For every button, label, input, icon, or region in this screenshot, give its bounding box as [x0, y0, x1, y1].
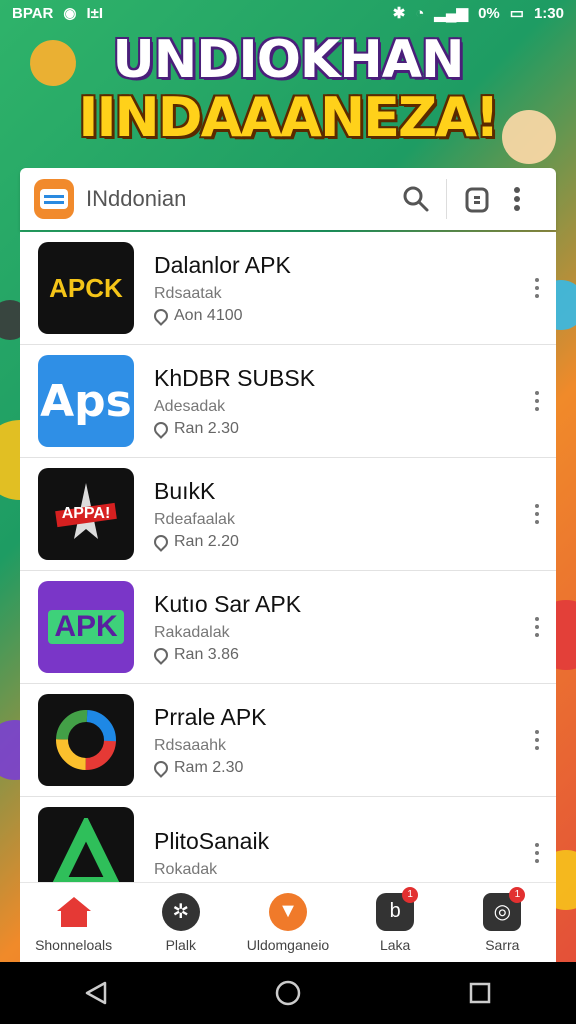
wifi-icon: ◔	[415, 4, 425, 22]
divider	[446, 179, 447, 219]
home-circle-icon[interactable]	[268, 973, 308, 1013]
list-item[interactable]: Prrale APK Rdsaaahk Ram 2.30	[20, 684, 556, 797]
app-subtitle: Rdsaaahk	[154, 736, 227, 754]
app-subtitle: Rdsaatak	[154, 284, 222, 302]
pin-icon	[151, 418, 171, 439]
banner-title: UNDIOKHAN	[112, 30, 464, 90]
apk-logo-icon: APCK	[38, 242, 134, 334]
star-logo-icon: APPA!	[38, 468, 134, 560]
more-options-icon[interactable]	[532, 617, 542, 637]
app-subtitle: Adesadak	[154, 397, 226, 415]
app-meta: Ram 2.30	[151, 757, 556, 778]
more-options-icon[interactable]	[532, 391, 542, 411]
nav-label: Sarra	[485, 936, 520, 953]
notification-badge: 1	[509, 886, 526, 903]
signal-icon: ▂▄▆	[434, 5, 469, 22]
app-title: PlitoSanaik	[154, 827, 270, 854]
bluetooth-icon: ✱	[392, 5, 406, 22]
app-meta: Aon 4100	[151, 305, 556, 326]
banner-subtitle: IINDAAANEZA!	[78, 86, 499, 149]
app-title: Kutıo Sar APK	[154, 590, 302, 617]
search-bar	[20, 168, 556, 230]
app-list: APCK Dalanlor APK Rdsaatak Aon 4100 Aps …	[20, 232, 556, 882]
nav-item-play[interactable]: ✲ Plalk	[131, 892, 231, 953]
pin-icon	[151, 644, 171, 665]
recents-icon[interactable]	[460, 973, 500, 1013]
pin-icon	[151, 305, 171, 326]
apps-icon: Aps	[38, 355, 134, 447]
list-item[interactable]: APK Kutıo Sar APK Rakadalak Ran 3.86	[20, 571, 556, 684]
nav-item-camera[interactable]: ◎ 1 Sarra	[452, 886, 552, 953]
list-item[interactable]: APCK Dalanlor APK Rdsaatak Aon 4100	[20, 232, 556, 345]
more-options-icon[interactable]	[532, 504, 542, 524]
pin-icon	[151, 531, 171, 552]
home-icon	[55, 893, 93, 931]
app-logo-icon[interactable]	[34, 179, 74, 219]
app-subtitle: Rokadak	[154, 860, 218, 878]
camera-icon: ◎ 1	[483, 886, 526, 931]
notification-icon: ◉	[63, 5, 77, 22]
app-title: Prrale APK	[154, 703, 267, 730]
battery-icon: ▭	[509, 5, 524, 22]
more-options-icon[interactable]	[532, 278, 542, 298]
extra-status-text: I±I	[86, 4, 104, 22]
gamepad-icon: ✲	[161, 892, 200, 931]
app-meta: Ran 3.86	[151, 644, 556, 665]
nav-item-chat[interactable]: b 1 Laka	[345, 886, 445, 953]
carrier-text: BPAR	[12, 4, 54, 22]
list-item[interactable]: APPA! BuıkK Rdeafaalak Ran 2.20	[20, 458, 556, 571]
triangle-logo-icon	[38, 807, 134, 882]
bottom-navigation: Shonneloals ✲ Plalk ▼ Uldomganeio b 1 La…	[20, 882, 556, 962]
system-navigation-bar	[0, 962, 576, 1024]
promo-banner: UNDIOKHAN IINDAAANEZA!	[0, 30, 576, 149]
clipboard-icon[interactable]	[457, 179, 497, 219]
search-icon[interactable]	[396, 179, 436, 219]
battery-percent: 0%	[478, 4, 500, 22]
chat-icon: b 1	[376, 886, 419, 931]
nav-item-center[interactable]: ▼ Uldomganeio	[238, 892, 338, 953]
ring-logo-icon	[38, 694, 134, 786]
app-meta: Ran 2.20	[151, 531, 556, 552]
notification-badge: 1	[402, 886, 419, 903]
back-icon[interactable]	[76, 973, 116, 1013]
apk-purple-icon: APK	[38, 581, 134, 673]
status-bar: BPAR ◉ I±I ✱ ◔ ▂▄▆ 0% ▭ 1:30	[0, 0, 576, 26]
more-options-icon[interactable]	[532, 843, 542, 863]
app-subtitle: Rakadalak	[154, 623, 230, 641]
app-meta: Ran 2.30	[151, 418, 556, 439]
clock: 1:30	[533, 4, 564, 22]
list-item[interactable]: Aps KhDBR SUBSK Adesadak Ran 2.30	[20, 345, 556, 458]
search-input[interactable]	[86, 186, 386, 212]
nav-label: Plalk	[165, 936, 196, 953]
nav-label: Shonneloals	[35, 936, 113, 953]
app-title: Dalanlor APK	[154, 251, 291, 278]
app-title: KhDBR SUBSK	[154, 364, 316, 391]
app-title: BuıkK	[154, 477, 216, 504]
nav-item-home[interactable]: Shonneloals	[24, 893, 124, 953]
list-item[interactable]: PlitoSanaik Rokadak	[20, 797, 556, 882]
cat-icon: ▼	[268, 892, 307, 931]
more-options-icon[interactable]	[532, 730, 542, 750]
pin-icon	[151, 757, 171, 778]
overflow-menu-icon[interactable]	[497, 179, 537, 219]
nav-label: Laka	[379, 936, 411, 953]
app-subtitle: Rdeafaalak	[154, 510, 235, 528]
nav-label: Uldomganeio	[246, 936, 330, 953]
